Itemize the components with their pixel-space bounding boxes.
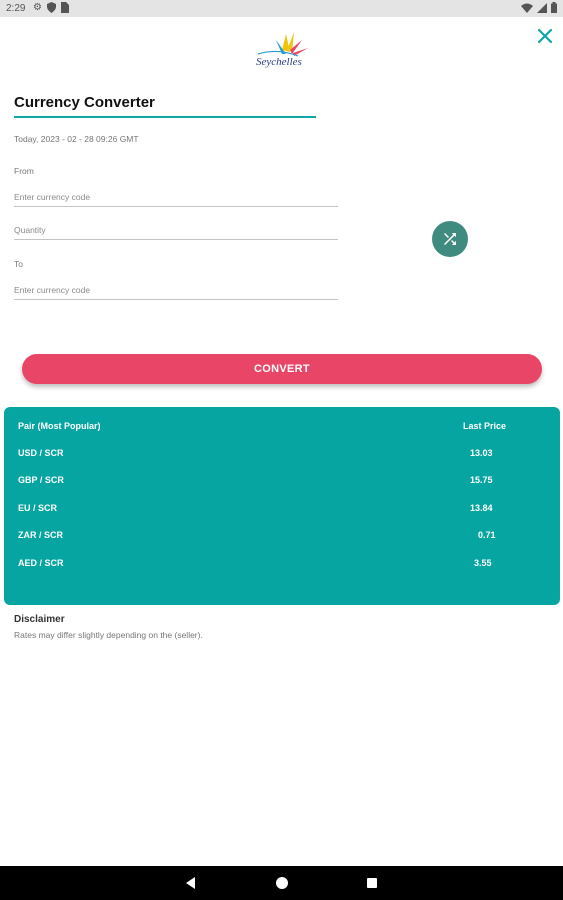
rate-price: 15.75 bbox=[470, 475, 493, 485]
rate-pair: AED / SCR bbox=[18, 558, 64, 568]
rate-pair: EU / SCR bbox=[18, 503, 58, 513]
gear-icon: ⚙ bbox=[33, 2, 42, 13]
pair-column-header: Pair (Most Popular) bbox=[18, 421, 101, 431]
price-column-header: Last Price bbox=[463, 421, 507, 431]
rate-pair: USD / SCR bbox=[18, 448, 64, 458]
rate-price: 0.71 bbox=[478, 530, 496, 540]
table-row: GBP / SCR 15.75 bbox=[4, 475, 560, 491]
table-row: USD / SCR 13.03 bbox=[4, 448, 560, 464]
battery-icon bbox=[551, 2, 557, 16]
from-label: From bbox=[14, 166, 34, 176]
status-time: 2:29 bbox=[6, 3, 26, 14]
signal-icon bbox=[537, 2, 547, 16]
convert-button[interactable]: CONVERT bbox=[22, 354, 542, 384]
sim-icon bbox=[60, 2, 69, 17]
rate-price: 13.84 bbox=[470, 503, 493, 513]
table-row: EU / SCR 13.84 bbox=[4, 503, 560, 519]
table-row: AED / SCR 3.55 bbox=[4, 558, 560, 574]
logo-text: Seychelles bbox=[256, 56, 302, 68]
seychelles-logo: Seychelles bbox=[248, 28, 318, 76]
title-underline bbox=[14, 116, 316, 118]
wifi-icon bbox=[521, 3, 533, 16]
shield-icon bbox=[46, 2, 56, 17]
quantity-input[interactable] bbox=[14, 221, 338, 240]
rate-pair: ZAR / SCR bbox=[18, 530, 63, 540]
recents-button[interactable] bbox=[364, 875, 380, 891]
rate-price: 13.03 bbox=[470, 448, 493, 458]
date-text: Today, 2023 - 02 - 28 09:26 GMT bbox=[14, 134, 139, 144]
to-label: To bbox=[14, 259, 23, 269]
back-button[interactable] bbox=[183, 875, 199, 891]
navigation-bar bbox=[0, 866, 563, 900]
recents-icon bbox=[367, 878, 377, 888]
rate-pair: GBP / SCR bbox=[18, 475, 64, 485]
shuffle-icon bbox=[444, 233, 456, 245]
back-icon bbox=[186, 877, 195, 889]
close-button[interactable] bbox=[533, 24, 557, 48]
page-title: Currency Converter bbox=[14, 94, 155, 111]
swap-button[interactable] bbox=[432, 221, 468, 257]
disclaimer-title: Disclaimer bbox=[14, 614, 65, 625]
table-row: ZAR / SCR 0.71 bbox=[4, 530, 560, 546]
disclaimer-text: Rates may differ slightly depending on t… bbox=[14, 630, 203, 640]
from-currency-input[interactable] bbox=[14, 188, 338, 207]
home-icon bbox=[276, 877, 288, 889]
rates-table: Pair (Most Popular) Last Price USD / SCR… bbox=[4, 407, 560, 605]
status-bar: 2:29 ⚙ bbox=[0, 0, 563, 17]
close-icon bbox=[537, 28, 553, 44]
to-currency-input[interactable] bbox=[14, 281, 338, 300]
home-button[interactable] bbox=[274, 875, 290, 891]
rate-price: 3.55 bbox=[474, 558, 492, 568]
